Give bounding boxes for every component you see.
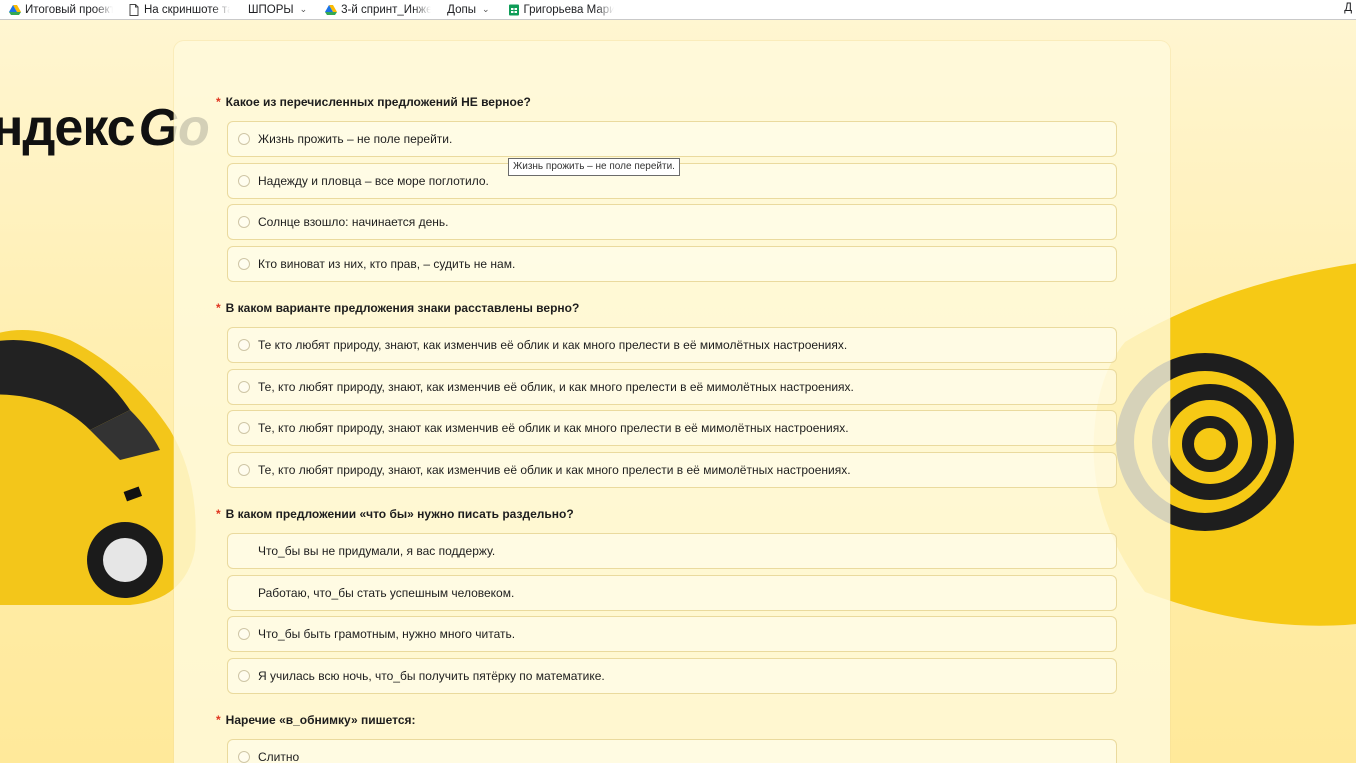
required-marker: * [216, 713, 221, 727]
option-label: Я училась всю ночь, что_бы получить пятё… [258, 669, 605, 683]
hover-tooltip: Жизнь прожить – не поле перейти. [508, 158, 680, 176]
answer-option[interactable]: Жизнь прожить – не поле перейти. [227, 121, 1117, 157]
radio-button[interactable] [238, 258, 250, 270]
radio-button[interactable] [238, 587, 250, 599]
option-label: Что_бы быть грамотным, нужно много читат… [258, 627, 516, 641]
bookmark-grigorieva[interactable]: Григорьева Мари [508, 3, 614, 16]
bookmark-overflow-text[interactable]: Д [1344, 2, 1352, 14]
option-label: Кто виноват из них, кто прав, – судить н… [258, 257, 516, 271]
option-label: Солнце взошло: начинается день. [258, 215, 449, 229]
radio-button[interactable] [238, 216, 250, 228]
question-text: Какое из перечисленных предложений НЕ ве… [225, 95, 531, 109]
bookmark-na-skrinshote[interactable]: На скриншоте та [128, 3, 230, 16]
question-1-title: * Какое из перечисленных предложений НЕ в… [216, 95, 531, 109]
option-label: Те кто любят природу, знают, как изменчи… [258, 338, 848, 352]
bookmark-label: Допы [447, 3, 476, 16]
question-4-title: * Наречие «в_обнимку» пишется: [216, 713, 416, 727]
bookmark-label: Итоговый проект [25, 3, 113, 16]
question-text: В каком варианте предложения знаки расст… [225, 301, 580, 315]
option-label: Работаю, что_бы стать успешным человеком… [258, 586, 515, 600]
answer-option[interactable]: Те, кто любят природу, знают, как изменч… [227, 369, 1117, 405]
answer-option[interactable]: Те кто любят природу, знают, как изменчи… [227, 327, 1117, 363]
required-marker: * [216, 95, 221, 109]
radio-button[interactable] [238, 339, 250, 351]
radio-button[interactable] [238, 133, 250, 145]
answer-option[interactable]: Те, кто любят природу, знают, как изменч… [227, 452, 1117, 488]
bookmark-folder-dopy[interactable]: Допы ⌄ [447, 4, 489, 16]
required-marker: * [216, 301, 221, 315]
radio-button[interactable] [238, 545, 250, 557]
radio-button[interactable] [238, 464, 250, 476]
radio-button[interactable] [238, 628, 250, 640]
option-label: Жизнь прожить – не поле перейти. [258, 132, 453, 146]
answer-option[interactable]: Солнце взошло: начинается день. [227, 204, 1117, 240]
radio-button[interactable] [238, 422, 250, 434]
answer-option[interactable]: Работаю, что_бы стать успешным человеком… [227, 575, 1117, 611]
google-drive-icon [325, 4, 338, 16]
question-text: В каком предложении «что бы» нужно писат… [225, 507, 574, 521]
bookmarks-bar: Итоговый проект На скриншоте та ШПОРЫ ⌄ … [0, 0, 1356, 20]
question-text: Наречие «в_обнимку» пишется: [225, 713, 416, 727]
answer-option[interactable]: Те, кто любят природу, знают как изменчи… [227, 410, 1117, 446]
answer-option[interactable]: Что_бы быть грамотным, нужно много читат… [227, 616, 1117, 652]
google-drive-icon [9, 4, 21, 16]
option-label: Те, кто любят природу, знают, как изменч… [258, 380, 854, 394]
bookmark-label: 3-й спринт_Инже [341, 3, 432, 16]
google-sheets-icon [508, 4, 520, 16]
bookmark-label: На скриншоте та [144, 3, 230, 16]
radio-button[interactable] [238, 670, 250, 682]
option-label: Что_бы вы не придумали, я вас поддержу. [258, 544, 496, 558]
option-label: Надежду и пловца – все море поглотило. [258, 174, 489, 188]
bookmark-label: ШПОРЫ [248, 3, 294, 16]
question-3-title: * В каком предложении «что бы» нужно писа… [216, 507, 574, 521]
bookmark-3-sprint[interactable]: 3-й спринт_Инже [325, 3, 432, 16]
chevron-down-icon: ⌄ [299, 4, 308, 14]
radio-button[interactable] [238, 175, 250, 187]
chevron-down-icon: ⌄ [481, 4, 490, 14]
radio-button[interactable] [238, 751, 250, 763]
option-label: Те, кто любят природу, знают как изменчи… [258, 421, 849, 435]
option-label: Те, кто любят природу, знают, как изменч… [258, 463, 851, 477]
bookmark-itogovy-proekt[interactable]: Итоговый проект [9, 3, 113, 16]
option-label: Слитно [258, 750, 300, 763]
bookmark-folder-shpory[interactable]: ШПОРЫ ⌄ [248, 4, 307, 16]
answer-option[interactable]: Слитно [227, 739, 1117, 763]
bookmark-label: Григорьева Мари [523, 3, 614, 16]
answer-option[interactable]: Я училась всю ночь, что_бы получить пятё… [227, 658, 1117, 694]
question-2-title: * В каком варианте предложения знаки расс… [216, 301, 579, 315]
required-marker: * [216, 507, 221, 521]
logo-text: ндекс [0, 99, 136, 157]
document-icon [128, 3, 140, 16]
answer-option[interactable]: Что_бы вы не придумали, я вас поддержу. [227, 533, 1117, 569]
radio-button[interactable] [238, 381, 250, 393]
answer-option[interactable]: Кто виноват из них, кто прав, – судить н… [227, 246, 1117, 282]
